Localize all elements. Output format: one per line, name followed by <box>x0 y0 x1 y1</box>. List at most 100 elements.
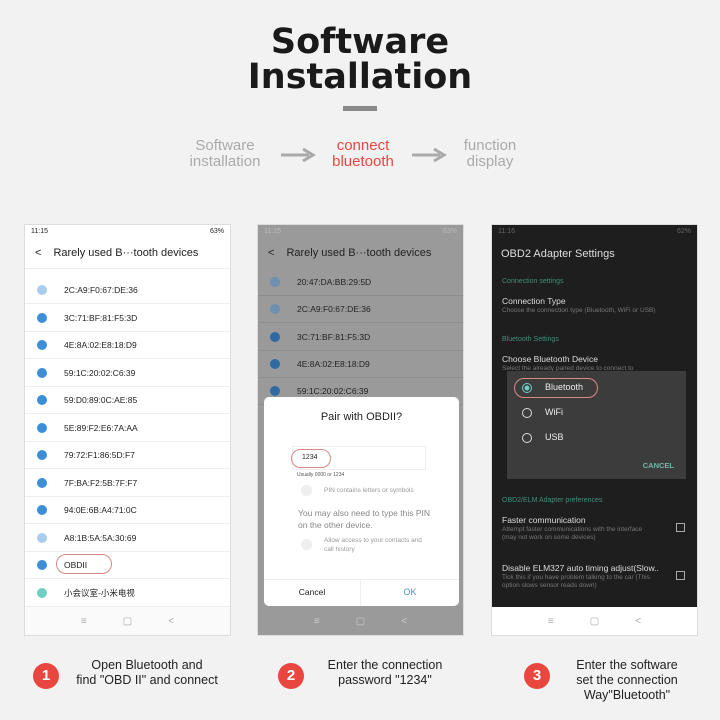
menu-icon[interactable]: ≡ <box>314 616 320 627</box>
device-name: 4E:8A:02:E8:18:D9 <box>64 340 137 350</box>
menu-icon[interactable]: ≡ <box>81 616 87 627</box>
phone-screen-2: 11:15 63% < Rarely used B···tooth devices … <box>257 224 464 636</box>
bluetooth-device-icon <box>270 386 280 397</box>
caption-step-3: Enter the software set the connection Wa… <box>576 658 678 702</box>
device-name: 59:D0:89:0C:AE:85 <box>64 395 138 405</box>
device-list-item[interactable]: 2C:A9:F0:67:DE:36 <box>25 277 230 304</box>
device-list-item[interactable]: 3C:71:BF:81:F5:3D <box>258 324 463 351</box>
screen-title: OBD2 Adapter Settings <box>501 248 615 260</box>
back-nav-icon[interactable]: < <box>635 616 641 627</box>
bluetooth-device-icon <box>37 505 47 515</box>
device-name: 3C:71:BF:81:F5:3D <box>64 312 138 323</box>
pin-hint: Usually 0000 or 1234 <box>297 472 345 478</box>
device-list-item[interactable]: 4E:8A:02:E8:18:D9 <box>25 332 230 359</box>
back-icon[interactable]: < <box>268 247 274 261</box>
device-list-item[interactable]: 79:72:F1:86:5D:F7 <box>25 442 230 469</box>
phone-screen-1: 11:15 63% < Rarely used B···tooth devices … <box>24 224 231 636</box>
allow-access-checkbox[interactable] <box>301 539 312 550</box>
radio-icon[interactable] <box>522 408 532 418</box>
screen-title: Rarely used B···tooth devices <box>286 247 432 259</box>
allow-access-label: Allow access to your contacts and call h… <box>324 537 422 553</box>
disable-timing-setting[interactable]: Disable ELM327 auto timing adjust(Slow.. <box>502 563 659 573</box>
highlight-ring <box>56 554 112 574</box>
device-list-item[interactable]: 7F:BA:F2:5B:7F:F7 <box>25 470 230 497</box>
bluetooth-device-icon <box>37 560 47 570</box>
status-battery: 63% <box>209 228 224 235</box>
ok-button[interactable]: OK <box>361 579 459 606</box>
cancel-button[interactable]: Cancel <box>264 579 360 606</box>
bluetooth-device-icon <box>37 312 47 323</box>
disable-timing-checkbox[interactable] <box>676 571 685 580</box>
home-icon[interactable]: ▢ <box>123 616 132 627</box>
status-bar: 11:15 63% <box>258 225 463 239</box>
nav-bar: ≡ ▢ < <box>258 607 463 635</box>
bluetooth-device-icon <box>37 367 47 378</box>
setting-desc: Attempt faster communications with the i… <box>502 526 643 541</box>
device-name: 7F:BA:F2:5B:7F:F7 <box>64 477 138 488</box>
menu-icon[interactable]: ≡ <box>548 616 554 627</box>
step-connect-bluetooth: connect bluetooth <box>332 137 394 170</box>
bluetooth-device-icon <box>37 285 47 295</box>
page-title-line1: Software <box>270 22 450 62</box>
device-list-item[interactable]: 3C:71:BF:81:F5:3D <box>25 305 230 332</box>
status-bar: 11:15 63% <box>25 225 230 239</box>
phone-screen-3: 11:16 62% OBD2 Adapter Settings Connectio… <box>491 224 698 636</box>
home-icon[interactable]: ▢ <box>356 616 365 627</box>
back-nav-icon[interactable]: < <box>168 616 174 627</box>
title-divider <box>343 106 377 111</box>
radio-icon[interactable] <box>522 383 532 393</box>
nav-bar: ≡ ▢ < <box>492 607 697 635</box>
section-preferences: OBD2/ELM Adapter preferences <box>502 497 603 504</box>
screen-title: Rarely used B···tooth devices <box>53 247 199 259</box>
cancel-button[interactable]: CANCEL <box>643 461 674 470</box>
device-name: 59:1C:20:02:C6:39 <box>297 386 369 397</box>
home-icon[interactable]: ▢ <box>590 616 599 627</box>
device-list-item[interactable]: 5E:89:F2:E6:7A:AA <box>25 415 230 442</box>
device-name: 59:1C:20:02:C6:39 <box>64 367 136 378</box>
bluetooth-device-icon <box>37 450 47 460</box>
section-bluetooth: Bluetooth Settings <box>502 336 559 343</box>
device-list-item[interactable]: 2C:A9:F0:67:DE:36 <box>258 296 463 324</box>
device-list-item[interactable]: 4E:8A:02:E8:18:D9 <box>258 351 463 378</box>
device-list-item[interactable]: 小会议室-小米电视 <box>25 580 230 607</box>
device-name: 5E:89:F2:E6:7A:AA <box>64 422 138 433</box>
section-connection: Connection settings <box>502 278 564 285</box>
device-list-item[interactable]: 20:47:DA:BB:29:5D <box>258 269 463 296</box>
connection-type-setting[interactable]: Connection Type <box>502 296 566 306</box>
step-function-display: function display <box>463 137 517 170</box>
device-list-item[interactable]: 59:D0:89:0C:AE:85 <box>25 387 230 414</box>
status-time: 11:15 <box>31 228 48 235</box>
bluetooth-device-icon <box>270 358 280 369</box>
radio-icon[interactable] <box>522 433 532 443</box>
back-nav-icon[interactable]: < <box>401 616 407 627</box>
screen-header: < Rarely used B···tooth devices <box>25 239 230 269</box>
device-name: 2C:A9:F0:67:DE:36 <box>297 304 371 315</box>
status-time: 11:16 <box>498 228 515 235</box>
step-number-badge: 1 <box>33 663 59 689</box>
setting-desc: Choose the connection type (Bluetooth, W… <box>502 307 656 314</box>
screen-header: < Rarely used B···tooth devices <box>258 239 463 269</box>
device-name: 4E:8A:02:E8:18:D9 <box>297 358 370 369</box>
bluetooth-device-icon <box>270 331 280 342</box>
status-battery: 62% <box>676 228 691 235</box>
device-list-item[interactable]: 59:1C:20:02:C6:39 <box>25 360 230 387</box>
pin-letters-checkbox[interactable] <box>301 485 312 496</box>
faster-communication-setting[interactable]: Faster communication <box>502 515 586 525</box>
choose-bluetooth-setting[interactable]: Choose Bluetooth Device <box>502 354 598 364</box>
status-battery: 63% <box>442 228 457 235</box>
option-label: Bluetooth <box>545 382 584 392</box>
device-name: 94:0E:6B:A4:71:0C <box>64 505 137 515</box>
bluetooth-device-icon <box>270 277 280 287</box>
option-label: WiFi <box>545 407 563 417</box>
device-list-item[interactable]: A8:1B:5A:5A:30:69 <box>25 525 230 552</box>
caption-step-2: Enter the connection password "1234" <box>327 658 443 687</box>
faster-communication-checkbox[interactable] <box>676 523 685 532</box>
dialog-title: Pair with OBDII? <box>320 411 403 423</box>
back-icon[interactable]: < <box>35 247 41 260</box>
dialog-note: You may also need to type this PIN on th… <box>298 508 430 530</box>
bluetooth-device-icon <box>37 340 47 350</box>
step-software-installation: Software installation <box>189 137 261 170</box>
setting-desc: Tick this if you have problem talking to… <box>502 574 650 589</box>
device-list-item[interactable]: 94:0E:6B:A4:71:0C <box>25 497 230 524</box>
connection-type-dialog: Bluetooth WiFi USB CANCEL <box>507 371 686 479</box>
